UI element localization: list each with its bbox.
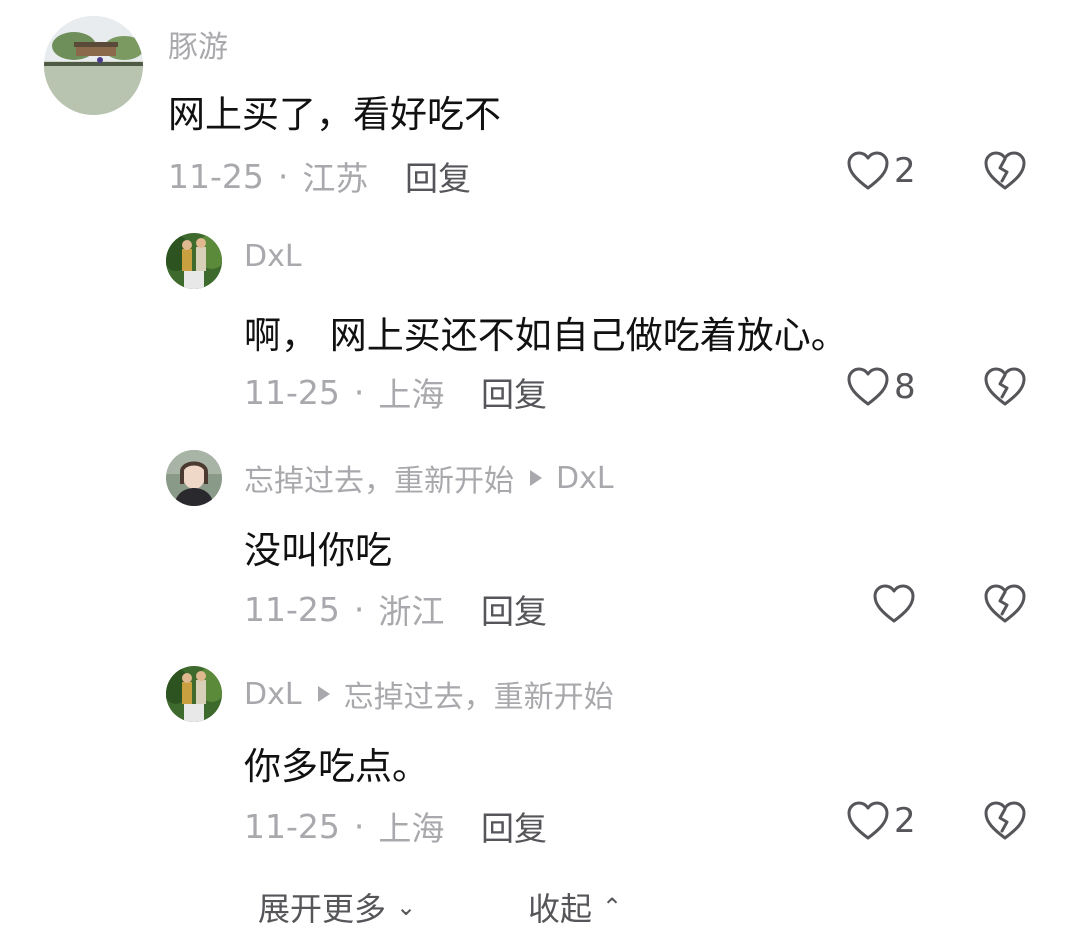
comment-meta: 11-25 · 江苏 [168,152,368,200]
reply-text: 啊， 网上买还不如自己做吃着放心。 [244,314,848,357]
reply-text: 你多吃点。 [244,745,429,788]
expand-more-label: 展开更多 [258,890,387,928]
play-arrow-icon [530,470,542,486]
reply-username: DxL 忘掉过去，重新开始 [244,672,614,716]
like-count: 2 [894,801,916,841]
username-text[interactable]: 豚游 [168,22,228,66]
reply-button[interactable]: 回复 [405,152,471,200]
reply-meta: 11-25 · 上海 [244,368,444,416]
reply-item: DxL 啊， 网上买还不如自己做吃着放心。 11-25 · 上海 回复 8 [0,215,1079,430]
reply-to-username[interactable]: DxL [556,461,614,496]
comment-date: 11-25 [244,372,340,412]
reply-item: 忘掉过去，重新开始 DxL 没叫你吃 11-25 · 浙江 回复 [0,430,1079,645]
avatar[interactable] [166,666,222,722]
avatar[interactable] [166,233,222,289]
chevron-down-icon: ⌄ [396,893,417,921]
like-count: 8 [894,367,916,407]
reply-username: 忘掉过去，重新开始 DxL [244,456,614,500]
separator-dot: · [277,156,289,196]
like-button[interactable]: 2 [846,800,916,842]
comment-date: 11-25 [168,156,264,196]
comment-location: 浙江 [378,592,445,631]
broken-heart-icon [984,584,1026,623]
comment-date: 11-25 [244,806,340,846]
comment-date: 11-25 [244,589,340,629]
avatar-image [166,666,222,722]
avatar[interactable] [166,450,222,506]
avatar-image [166,450,222,506]
avatar-image [166,233,222,289]
heart-outline-icon [873,584,915,623]
reply-username[interactable]: DxL [244,239,302,274]
username-text[interactable]: 忘掉过去，重新开始 [244,456,514,500]
heart-outline-icon [847,367,889,406]
broken-heart-icon [984,367,1026,406]
like-button[interactable] [872,583,920,625]
broken-heart-icon [984,801,1026,840]
comment-location: 江苏 [302,159,369,198]
comment-username[interactable]: 豚游 [168,22,228,66]
like-button[interactable]: 2 [846,150,916,192]
comment-location: 上海 [378,809,445,848]
separator-dot: · [353,372,365,412]
chevron-up-icon: ⌃ [602,893,623,921]
comment-item: 豚游 网上买了，看好吃不 11-25 · 江苏 回复 2 [0,0,1079,215]
dislike-button[interactable] [983,583,1027,625]
like-button[interactable]: 8 [846,366,916,408]
avatar-image [44,16,143,115]
heart-outline-icon [847,801,889,840]
avatar[interactable] [44,16,143,115]
reply-text: 没叫你吃 [244,529,392,572]
reply-button[interactable]: 回复 [481,585,547,633]
comment-location: 上海 [378,375,445,414]
username-text[interactable]: DxL [244,239,302,274]
play-arrow-icon [317,686,330,702]
like-count: 2 [894,151,916,191]
dislike-button[interactable] [983,800,1027,842]
comment-text: 网上买了，看好吃不 [168,93,501,136]
dislike-button[interactable] [983,366,1027,408]
separator-dot: · [353,589,365,629]
reply-to-username[interactable]: 忘掉过去，重新开始 [344,672,614,716]
username-text[interactable]: DxL [244,677,302,712]
dislike-button[interactable] [983,150,1027,192]
reply-button[interactable]: 回复 [481,368,547,416]
heart-outline-icon [847,151,889,190]
replies-footer: 展开更多 ⌄ 收起 ⌃ [0,880,1079,928]
reply-item: DxL 忘掉过去，重新开始 你多吃点。 11-25 · 上海 回复 2 [0,645,1079,870]
expand-more-button[interactable]: 展开更多 ⌄ [258,884,416,930]
separator-dot: · [353,806,365,846]
broken-heart-icon [984,151,1026,190]
reply-button[interactable]: 回复 [481,802,547,850]
collapse-label: 收起 [528,890,593,928]
reply-meta: 11-25 · 上海 [244,802,444,850]
collapse-button[interactable]: 收起 ⌃ [528,884,622,930]
reply-meta: 11-25 · 浙江 [244,585,444,633]
